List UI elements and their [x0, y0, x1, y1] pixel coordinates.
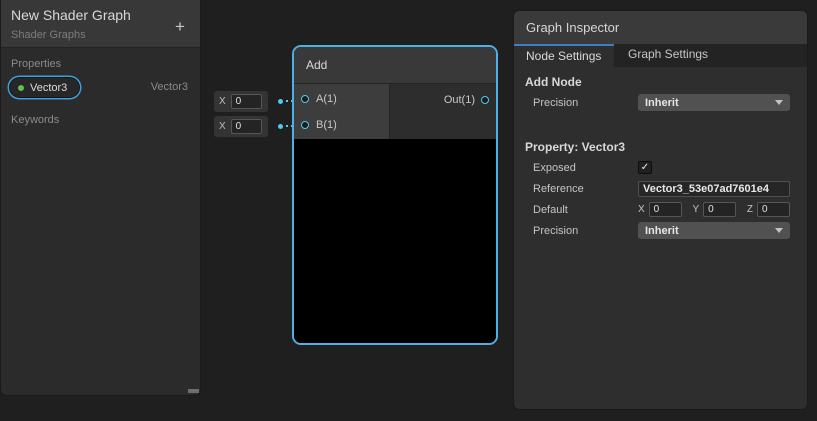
default-x-group: X 0 — [638, 202, 682, 217]
property-precision-row: Precision Inherit — [524, 220, 797, 241]
default-row: Default X 0 Y 0 Z 0 — [524, 199, 797, 220]
input-b-value-widget: X 0 — [214, 116, 268, 137]
input-a-value-field[interactable]: 0 — [231, 94, 262, 109]
node-precision-row: Precision Inherit — [524, 92, 797, 113]
tab-node-settings[interactable]: Node Settings — [514, 44, 614, 67]
tab-graph-settings[interactable]: Graph Settings — [614, 44, 722, 67]
input-a-value-widget: X 0 — [214, 91, 268, 112]
default-y-field[interactable]: 0 — [703, 202, 736, 217]
chevron-down-icon — [775, 228, 783, 233]
add-property-button[interactable]: + — [170, 17, 190, 37]
port-a-icon[interactable] — [301, 95, 309, 103]
edge-endpoint-b — [278, 124, 283, 129]
node-precision-dropdown[interactable]: Inherit — [638, 94, 790, 111]
port-b-label: B(1) — [316, 119, 337, 131]
property-precision-value: Inherit — [645, 225, 775, 237]
default-z-group: Z 0 — [747, 202, 790, 217]
reference-label: Reference — [524, 183, 638, 195]
default-x-axis-label: X — [638, 204, 645, 215]
default-z-field[interactable]: 0 — [757, 202, 790, 217]
reference-field[interactable]: Vector3_53e07ad7601e4 — [638, 181, 790, 197]
keywords-section-label: Keywords — [1, 104, 200, 126]
property-row: Vector3 Vector3 — [1, 70, 200, 104]
node-precision-value: Inherit — [645, 97, 775, 109]
chevron-down-icon — [775, 100, 783, 105]
add-node[interactable]: Add A(1) B(1) Out(1) — [292, 45, 498, 345]
exposed-label: Exposed — [524, 162, 638, 174]
inspector-title[interactable]: Graph Inspector — [514, 11, 807, 44]
exposed-checkbox[interactable]: ✓ — [638, 161, 652, 174]
default-y-group: Y 0 — [692, 202, 736, 217]
property-precision-dropdown[interactable]: Inherit — [638, 222, 790, 239]
node-precision-label: Precision — [524, 97, 638, 109]
graph-inspector-panel: Graph Inspector Node Settings Graph Sett… — [513, 10, 808, 410]
properties-section-label: Properties — [1, 48, 200, 70]
output-port-out: Out(1) — [390, 89, 496, 111]
add-node-section-header: Add Node — [525, 75, 797, 89]
port-b-icon[interactable] — [301, 121, 309, 129]
node-input-ports: A(1) B(1) — [294, 84, 390, 139]
inspector-tabs: Node Settings Graph Settings — [514, 44, 807, 67]
input-port-a: A(1) — [294, 88, 389, 110]
port-a-label: A(1) — [316, 93, 337, 105]
default-y-axis-label: Y — [692, 204, 699, 215]
checkmark-icon: ✓ — [641, 162, 649, 173]
node-output-ports: Out(1) — [390, 84, 496, 139]
property-type-label: Vector3 — [151, 81, 188, 93]
port-out-icon[interactable] — [481, 96, 489, 104]
node-ports: A(1) B(1) Out(1) — [294, 84, 496, 139]
blackboard-resize-grip[interactable] — [188, 389, 199, 393]
port-out-label: Out(1) — [444, 94, 475, 106]
edge-endpoint-a — [278, 99, 283, 104]
node-preview — [294, 139, 496, 343]
input-port-b: B(1) — [294, 114, 389, 136]
exposed-row: Exposed ✓ — [524, 157, 797, 178]
property-precision-label: Precision — [524, 225, 638, 237]
graph-title: New Shader Graph — [11, 7, 131, 23]
input-b-axis-label: X — [219, 121, 226, 132]
default-z-axis-label: Z — [747, 204, 753, 215]
input-a-axis-label: X — [219, 96, 226, 107]
reference-row: Reference Vector3_53e07ad7601e4 — [524, 178, 797, 199]
property-pill-vector3[interactable]: Vector3 — [9, 77, 80, 98]
property-section-header: Property: Vector3 — [525, 140, 797, 154]
blackboard-header[interactable]: New Shader Graph Shader Graphs + — [1, 0, 200, 48]
inspector-content: Add Node Precision Inherit Property: Vec… — [514, 67, 807, 241]
default-label: Default — [524, 204, 638, 216]
graph-subtitle: Shader Graphs — [11, 29, 86, 41]
node-title[interactable]: Add — [294, 47, 496, 84]
input-b-value-field[interactable]: 0 — [231, 119, 262, 134]
property-type-dot — [18, 85, 24, 91]
default-x-field[interactable]: 0 — [649, 202, 682, 217]
blackboard-panel: New Shader Graph Shader Graphs + Propert… — [0, 0, 201, 396]
property-pill-label: Vector3 — [30, 82, 67, 94]
